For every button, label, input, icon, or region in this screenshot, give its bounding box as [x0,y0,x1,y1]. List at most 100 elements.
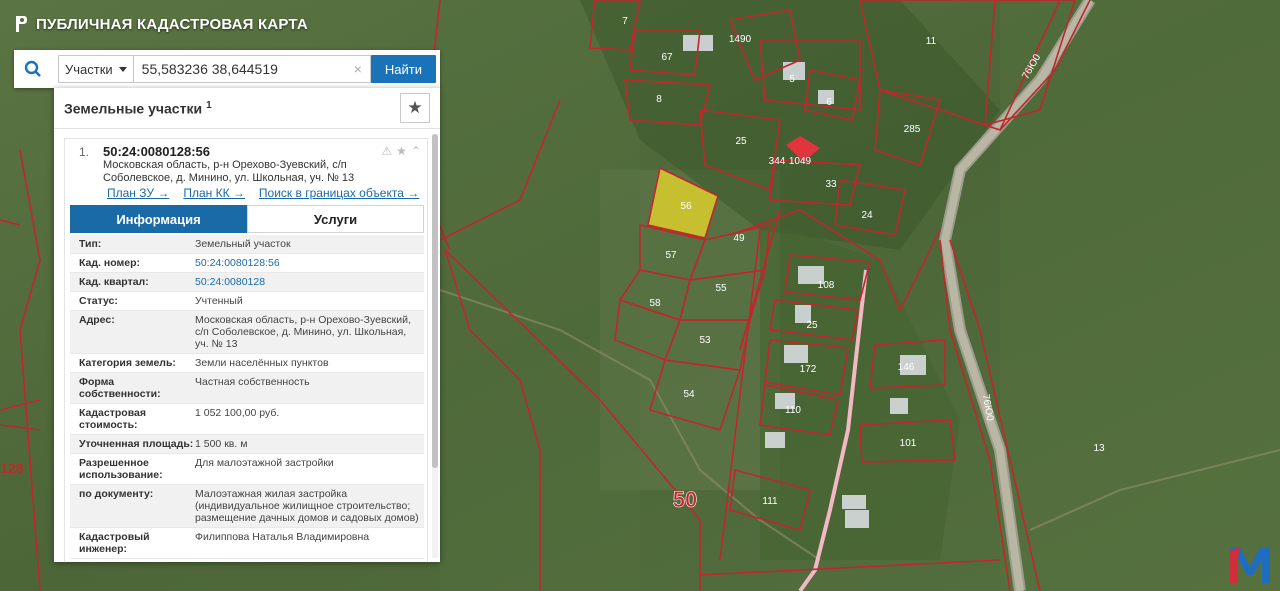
property-row: Уточненная площадь: 1 500 кв. м [70,435,424,454]
parcel-label: 1049 [789,156,812,167]
parcel-label: 344 [769,156,786,167]
property-label: Форма собственности: [79,376,161,400]
parcel-label: 13 [1093,443,1105,454]
parcel-label: 6 [826,97,832,108]
property-row: Форма собственности: Частная собственност… [70,373,424,404]
card-actions: ⚠ ★ ⌃ [381,144,421,158]
parcel-label: 172 [800,364,817,375]
property-value[interactable]: 50:24:0080128 [195,276,420,288]
parcel-label: 146 [898,362,915,373]
property-value: Московская область, р-н Орехово-Зуевский… [195,314,411,350]
results-panel: Земельные участки 1 ★ 1. 50:24:0080128:56… [54,88,440,562]
property-label: Уточненная площадь: [79,438,194,450]
result-count: 1 [206,99,212,111]
logo-icon [16,16,27,32]
tab-services[interactable]: Услуги [247,205,424,233]
property-label: Кад. номер: [79,257,141,269]
result-tabs: Информация Услуги [70,205,424,233]
search-icon[interactable] [14,50,52,88]
plan-kk-link[interactable]: План КК → [183,186,245,200]
parcel-label: 67 [661,52,673,63]
parcel-label: 55 [715,283,727,294]
property-value: Частная собственность [195,376,310,388]
parcel-label: 53 [699,335,711,346]
quarter-label: 50 [673,487,697,512]
property-label: Разрешенное использование: [79,457,163,481]
property-value: Малоэтажная жилая застройка (индивидуаль… [195,488,419,524]
star-icon: ★ [407,98,423,117]
parcel-label: 24 [861,210,873,221]
properties-table: Тип: Земельный участок Кад. номер: 50:24:00… [70,235,424,559]
parcel-label: 1490 [729,34,752,45]
property-label: Кадастровая стоимость: [79,407,146,431]
app-title: ПУБЛИЧНАЯ КАДАСТРОВАЯ КАРТА [36,15,308,33]
property-value: Земли населённых пунктов [195,357,329,369]
property-row: Разрешенное использование: Для малоэтажно… [70,454,424,485]
property-value: 1 500 кв. м [195,438,248,450]
clear-icon[interactable]: × [354,61,362,77]
parcel-label: 285 [904,124,921,135]
result-number: 1. [79,145,90,159]
property-label: Кад. квартал: [79,276,149,288]
search-type-label: Участки [65,61,113,77]
tab-information[interactable]: Информация [70,205,247,233]
parcel-label: 57 [665,250,677,261]
favorite-button[interactable]: ★ [400,93,430,123]
find-button[interactable]: Найти [370,55,436,83]
parcel-label: 54 [683,389,695,400]
cadastral-number-title[interactable]: 50:24:0080128:56 [103,144,210,159]
parcel-label: 49 [733,233,745,244]
property-value: Филиппова Наталья Владимировна [195,531,370,543]
parcel-label: 101 [900,438,917,449]
address-line: Московская область, р-н Орехово-Зуевский… [103,159,347,171]
property-row: Кад. номер: 50:24:0080128:56 [70,254,424,273]
address-line: Соболевское, д. Минино, ул. Школьная, уч… [103,172,355,184]
panel-scrollbar[interactable] [432,134,438,558]
search-bar: Участки 55,583236 38,644519 × Найти [14,50,440,88]
scroll-thumb[interactable] [432,134,438,468]
property-row: Статус: Учтенный [70,292,424,311]
property-value: Для малоэтажной застройки [195,457,334,469]
property-label: Тип: [79,238,102,250]
parcel-label: 25 [806,320,818,331]
parcel-label: 5 [789,74,795,85]
property-label: Кадастровый инженер: [79,531,150,555]
parcel-label: 11 [926,36,937,47]
property-label: по документу: [79,488,154,500]
parcel-label: 108 [818,280,835,291]
property-row: Адрес: Московская область, р-н Орехово-Зу… [70,311,424,354]
property-label: Статус: [79,295,118,307]
parcel-label: 110 [785,405,801,416]
plan-zu-link[interactable]: План ЗУ → [107,186,169,200]
chevron-up-icon[interactable]: ⌃ [411,144,421,158]
panel-title: Земельные участки 1 [64,100,212,117]
parcel-label: 7 [622,16,628,27]
property-value: Учтенный [195,295,243,307]
parcel-label: 33 [825,179,837,190]
search-type-select[interactable]: Участки [58,55,134,83]
property-row: Кад. квартал: 50:24:0080128 [70,273,424,292]
search-query: 55,583236 38,644519 [141,61,278,77]
property-label: Адрес: [79,314,115,326]
parcel-label: 25 [735,136,747,147]
search-in-bounds-link[interactable]: Поиск в границах объекта → [259,186,419,200]
property-value[interactable]: 50:24:0080128:56 [195,257,420,269]
result-address: Московская область, р-н Орехово-Зуевский… [103,159,373,185]
property-value: Земельный участок [195,238,291,250]
result-links: План ЗУ → План КК → Поиск в границах объ… [107,186,419,200]
property-row: по документу: Малоэтажная жилая застройка… [70,485,424,528]
property-label: Категория земель: [79,357,176,369]
search-input[interactable]: 55,583236 38,644519 × [133,55,371,83]
parcel-label: 8 [656,94,662,105]
edge-label: 0128 [0,460,24,476]
app-header: ПУБЛИЧНАЯ КАДАСТРОВАЯ КАРТА [14,14,308,34]
parcel-label: 111 [762,496,778,507]
chevron-down-icon [118,66,127,72]
panel-header: Земельные участки 1 ★ [54,88,440,129]
warning-icon[interactable]: ⚠ [381,144,392,158]
parcel-label: 56 [680,201,692,212]
watermark-logo [1230,547,1270,583]
star-icon[interactable]: ★ [396,144,407,158]
property-row: Категория земель: Земли населённых пункто… [70,354,424,373]
panel-title-text: Земельные участки [64,100,203,117]
